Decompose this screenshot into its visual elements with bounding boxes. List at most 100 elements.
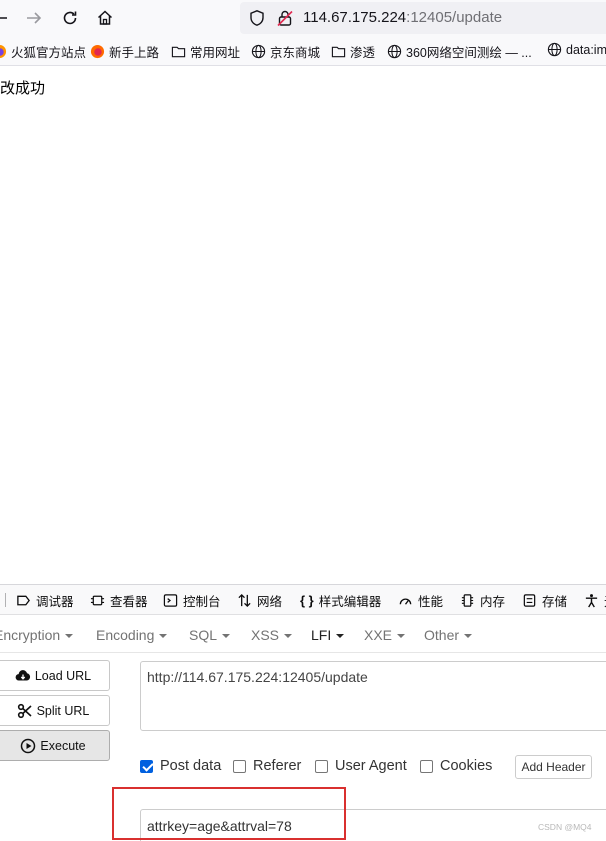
url-port-path: :12405/update [406,9,503,26]
network-icon [238,593,251,608]
braces-icon: { } [300,593,314,608]
checkbox-checked-icon[interactable] [140,759,153,773]
caret-down-icon [65,634,74,639]
menu-encryption[interactable]: Encryption [0,627,74,643]
menu-xss[interactable]: XSS [251,627,293,643]
menu-label: XXE [364,627,393,643]
tracking-shield-icon[interactable] [248,9,266,27]
reload-button[interactable] [58,6,82,30]
option-label: User Agent [335,758,407,774]
scissors-icon [17,703,32,718]
load-url-button[interactable]: Load URL [0,660,110,691]
post-data-textarea[interactable]: attrkey=age&attrval=78 [140,809,606,841]
tab-label: 存储 [542,595,568,609]
caret-down-icon [397,634,406,639]
user-agent-checkbox[interactable]: User Agent [315,758,407,774]
bookmark-360-quake[interactable]: 360网络空间测绘 — ... [387,42,532,61]
menu-label: Encoding [96,627,155,643]
debugger-icon [17,595,30,606]
checkbox-icon[interactable] [315,759,328,773]
bookmark-getting-started[interactable]: 新手上路 [90,42,159,61]
folder-icon [171,46,186,58]
tab-label: 调试器 [36,595,74,609]
menu-encoding[interactable]: Encoding [96,627,168,643]
option-label: Cookies [440,758,493,774]
caret-down-icon [222,634,231,639]
tab-accessibility[interactable]: 无 [584,591,606,610]
tab-performance[interactable]: 性能 [398,591,443,610]
folder-icon [331,46,346,58]
add-header-button[interactable]: Add Header [515,755,592,779]
forward-button[interactable] [22,6,46,30]
play-circle-icon [21,738,36,753]
menu-label: XSS [251,627,280,643]
bookmark-jd-mall[interactable]: 京东商城 [251,42,320,61]
performance-icon [399,598,412,605]
tab-storage[interactable]: 存储 [522,591,567,610]
referer-checkbox[interactable]: Referer [233,758,301,774]
tab-label: 控制台 [183,595,221,609]
tab-memory[interactable]: 内存 [460,591,505,610]
url-textarea[interactable]: http://114.67.175.224:12405/update [140,661,606,731]
cloud-download-icon [15,669,30,681]
tab-style-editor[interactable]: { } 样式编辑器 [300,591,381,610]
url-host: 114.67.175.224 [303,9,407,26]
tab-label: 网络 [257,595,283,609]
bookmark-label: 火狐官方站点 [11,46,87,60]
post-data-checkbox[interactable]: Post data [140,758,221,774]
bookmark-firefox-official[interactable]: 火狐官方站点 [0,42,86,61]
tab-debugger[interactable]: 调试器 [16,591,74,610]
execute-button[interactable]: Execute [0,730,110,761]
tab-console[interactable]: 控制台 [163,591,221,610]
navigation-toolbar: 114.67.175.224:12405/update [0,0,606,36]
memory-icon [461,594,474,607]
tab-label: 性能 [418,595,444,609]
option-label: Referer [253,758,302,774]
bookmark-pentest-folder[interactable]: 渗透 [331,42,375,61]
back-button[interactable] [0,6,12,30]
tab-inspector[interactable]: 查看器 [90,591,148,610]
storage-icon [523,594,536,607]
url-text[interactable]: 114.67.175.224:12405/update [303,9,502,26]
menu-label: LFI [311,627,332,643]
menu-other[interactable]: Other [424,627,473,643]
bookmark-label: 常用网址 [190,46,241,60]
bookmark-common-sites[interactable]: 常用网址 [171,42,240,61]
menu-label: SQL [189,627,218,643]
back-arrow-icon [0,17,7,19]
tab-network[interactable]: 网络 [237,591,282,610]
address-bar[interactable]: 114.67.175.224:12405/update [240,2,606,34]
accessibility-icon [585,594,598,608]
button-label: Execute [40,738,86,753]
split-url-button[interactable]: Split URL [0,695,110,726]
tab-label: 查看器 [110,595,148,609]
home-button[interactable] [93,6,117,30]
hackbar-menu: Encryption Encoding SQL XSS LFI XXE Othe… [0,619,606,653]
menu-xxe[interactable]: XXE [364,627,406,643]
checkbox-icon[interactable] [233,759,246,773]
caret-down-icon [464,634,473,639]
menu-label: Encryption [0,627,61,643]
home-icon [97,10,113,25]
bookmark-label: 360网络空间测绘 — ... [406,46,532,60]
button-label: Split URL [36,703,90,718]
globe-icon [547,42,562,57]
caret-down-icon [336,634,345,639]
checkbox-icon[interactable] [420,759,433,773]
reload-icon [63,11,77,25]
menu-lfi[interactable]: LFI [311,627,345,643]
bookmarks-toolbar: 火狐官方站点 新手上路 常用网址 京东商城 渗透 360网络空间测绘 — ...… [0,36,606,66]
bookmark-label: 新手上路 [109,46,160,60]
cookies-checkbox[interactable]: Cookies [420,758,492,774]
option-label: Post data [160,758,222,774]
bookmark-label: data:im [566,42,606,57]
devtools-tab-bar: 调试器 查看器 控制台 网络 { } 样式编辑器 性能 内存 存储 [0,585,606,615]
page-response-text: 改成功 [0,80,46,97]
firefox-icon [90,44,105,59]
bookmark-label: 渗透 [350,46,376,60]
bookmark-label: 京东商城 [270,46,321,60]
globe-icon [387,44,402,59]
insecure-lock-icon[interactable] [276,9,294,27]
bookmark-data-uri[interactable]: data:im [547,42,606,57]
menu-sql[interactable]: SQL [189,627,231,643]
